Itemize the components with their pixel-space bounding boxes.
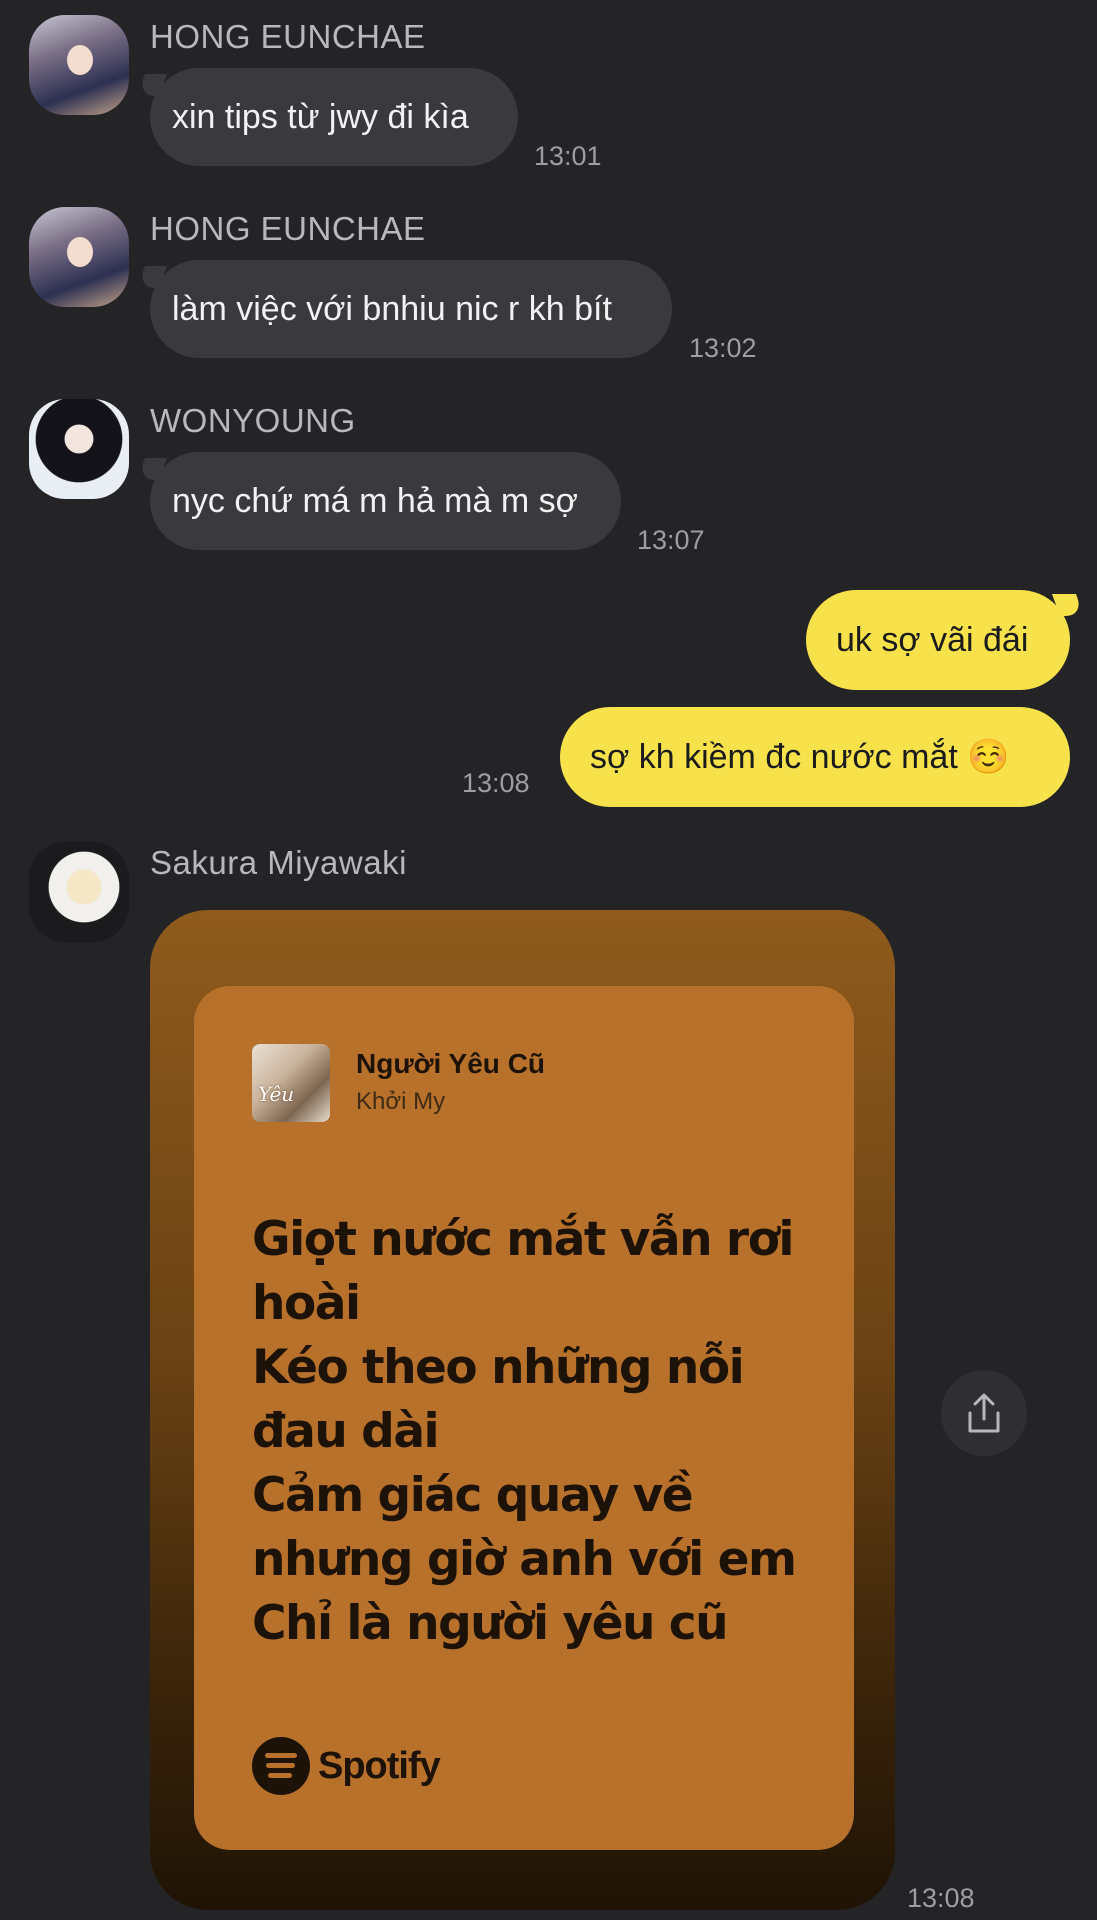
avatar[interactable] bbox=[29, 15, 129, 115]
outgoing-message-bubble[interactable]: uk sợ vãi đái bbox=[806, 590, 1070, 690]
message-bubble[interactable]: làm việc với bnhiu nic r kh bít bbox=[150, 260, 672, 358]
sender-name: WONYOUNG bbox=[150, 402, 356, 439]
message-bubble[interactable]: nyc chứ má m hả mà m sợ bbox=[150, 452, 621, 550]
share-button[interactable] bbox=[941, 1370, 1027, 1456]
message-time: 13:02 bbox=[689, 333, 757, 363]
avatar[interactable] bbox=[29, 399, 129, 499]
message-time: 13:01 bbox=[534, 141, 602, 171]
lyric-line: hoài bbox=[252, 1276, 361, 1331]
lyric-line: nhưng giờ anh với em bbox=[252, 1532, 797, 1587]
album-art-text: Yêu bbox=[258, 1082, 295, 1106]
avatar[interactable] bbox=[29, 207, 129, 307]
lyric-line: Kéo theo những nỗi bbox=[252, 1340, 745, 1395]
sender-name: HONG EUNCHAE bbox=[150, 18, 426, 55]
spotify-logo-icon bbox=[252, 1737, 310, 1795]
spotify-share-card[interactable]: Yêu Người Yêu Cũ Khởi My Giọt nước mắt v… bbox=[150, 910, 895, 1910]
outgoing-message-bubble[interactable]: sợ kh kiềm đc nước mắt ☺️ bbox=[560, 707, 1070, 807]
lyric-line: Cảm giác quay về bbox=[252, 1468, 694, 1523]
lyrics-card: Yêu Người Yêu Cũ Khởi My Giọt nước mắt v… bbox=[194, 986, 854, 1850]
lyrics: Giọt nước mắt vẫn rơi hoài Kéo theo nhữn… bbox=[252, 1208, 812, 1656]
avatar[interactable] bbox=[29, 842, 129, 942]
message-time: 13:07 bbox=[637, 525, 705, 555]
lyric-line: Giọt nước mắt vẫn rơi bbox=[252, 1212, 795, 1267]
share-icon bbox=[968, 1393, 1000, 1433]
message-time: 13:08 bbox=[462, 768, 530, 798]
spotify-brand: Spotify bbox=[252, 1736, 441, 1796]
song-title: Người Yêu Cũ bbox=[356, 1048, 546, 1079]
spotify-wordmark: Spotify bbox=[318, 1744, 441, 1787]
message-time: 13:08 bbox=[907, 1883, 975, 1913]
lyric-line: đau dài bbox=[252, 1404, 440, 1459]
sender-name: Sakura Miyawaki bbox=[150, 844, 407, 881]
album-art: Yêu bbox=[252, 1044, 330, 1122]
lyric-line: Chỉ là người yêu cũ bbox=[252, 1596, 729, 1651]
song-artist: Khởi My bbox=[356, 1088, 446, 1115]
message-bubble[interactable]: xin tips từ jwy đi kìa bbox=[150, 68, 518, 166]
sender-name: HONG EUNCHAE bbox=[150, 210, 426, 247]
